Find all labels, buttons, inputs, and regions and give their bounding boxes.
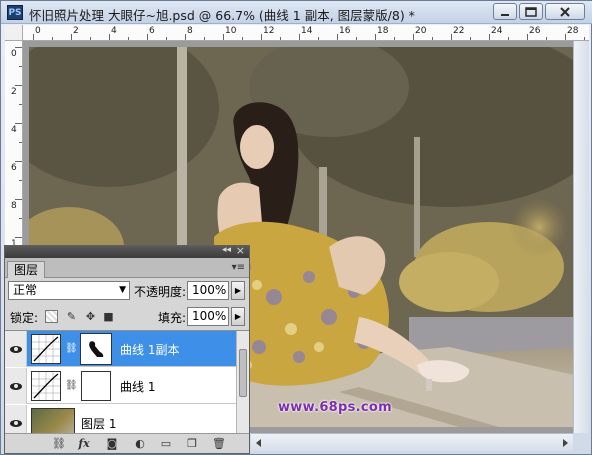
ruler-tick-label: 2: [73, 26, 79, 36]
vertical-scrollbar[interactable]: [573, 41, 589, 433]
title-bar[interactable]: PS 怀旧照片处理 大眼仔~旭.psd @ 66.7% (曲线 1 副本, 图层…: [1, 1, 592, 24]
add-mask-icon[interactable]: ◙: [105, 437, 119, 450]
curves-adjustment-thumbnail[interactable]: [31, 371, 61, 401]
ruler-tick-label: 16: [339, 26, 351, 36]
fx-icon[interactable]: fx: [77, 437, 91, 450]
vertical-ruler[interactable]: 0 2 4 6 8 1: [5, 41, 23, 251]
watermark-text: www.68ps.com: [278, 400, 392, 415]
fill-label: 填充:: [158, 311, 187, 325]
opacity-input[interactable]: 100%: [187, 281, 229, 300]
ruler-tick-label: 10: [225, 26, 237, 36]
ruler-tick-label: 6: [149, 26, 155, 36]
layer-row-curves-1[interactable]: ⛓ 曲线 1: [5, 368, 236, 404]
ruler-tick-label: 2: [11, 87, 17, 97]
layers-list-scrollbar[interactable]: [236, 331, 249, 433]
fill-input[interactable]: 100%: [187, 307, 229, 326]
curves-icon: [32, 372, 60, 400]
tab-layers[interactable]: 图层: [7, 261, 46, 278]
eye-icon: [9, 382, 22, 390]
visibility-toggle[interactable]: [5, 405, 27, 433]
opacity-slider-button[interactable]: ▶: [231, 281, 245, 300]
scroll-left-icon[interactable]: [254, 438, 264, 448]
delete-icon[interactable]: 🗑: [212, 437, 226, 450]
ruler-tick-label: 18: [377, 26, 389, 36]
mask-silhouette-icon: [89, 341, 104, 357]
visibility-toggle[interactable]: [5, 368, 27, 404]
layer-name[interactable]: 曲线 1副本: [120, 341, 179, 358]
lock-all-icon[interactable]: ■: [102, 310, 115, 323]
curves-adjustment-thumbnail[interactable]: [31, 334, 61, 364]
maximize-icon: [525, 6, 537, 17]
panel-menu-icon[interactable]: ▾≡: [232, 262, 245, 273]
ruler-tick-label: 24: [491, 26, 503, 36]
blend-mode-select[interactable]: 正常 ▼: [8, 281, 130, 300]
ruler-tick-label: 8: [187, 26, 193, 36]
layers-list: ⛓ 曲线 1副本 ⛓ 曲线 1 图层 1: [5, 330, 249, 433]
chevron-down-icon: ▼: [119, 285, 126, 295]
layer-name[interactable]: 图层 1: [81, 415, 116, 432]
panel-tab-strip: 图层 ▾≡: [5, 258, 249, 278]
lock-move-icon[interactable]: ✥: [84, 310, 97, 323]
lock-row: 锁定: ✎ ✥ ■ 填充: 100% ▶: [5, 306, 249, 328]
ruler-tick-label: 20: [415, 26, 427, 36]
ruler-tick-label: 0: [11, 49, 17, 59]
group-icon[interactable]: ▭: [159, 437, 173, 450]
horizontal-scrollbar[interactable]: [251, 433, 573, 451]
new-layer-icon[interactable]: ❐: [185, 437, 199, 450]
layer-row-curves-1-copy[interactable]: ⛓ 曲线 1副本: [5, 331, 236, 367]
ruler-origin[interactable]: [5, 25, 23, 41]
layers-panel: ◂◂ × 图层 ▾≡ 正常 ▼ 不透明度: 100% ▶ 锁定: ✎ ✥ ■ 填…: [4, 244, 250, 454]
ruler-tick-label: 12: [263, 26, 275, 36]
ruler-tick-label: 4: [111, 26, 117, 36]
close-icon: [560, 6, 570, 17]
lock-paint-icon[interactable]: ✎: [65, 310, 78, 323]
eye-icon: [9, 419, 22, 427]
layer-name[interactable]: 曲线 1: [120, 378, 155, 395]
mask-link-icon[interactable]: ⛓: [65, 343, 78, 354]
close-panel-icon[interactable]: ×: [236, 244, 245, 257]
minimize-icon: [501, 13, 509, 16]
photoshop-app-icon: PS: [7, 5, 23, 20]
ruler-ticks: [15, 47, 22, 238]
visibility-toggle[interactable]: [5, 331, 27, 367]
scroll-right-icon[interactable]: [560, 438, 570, 448]
blend-mode-value: 正常: [13, 283, 38, 297]
mask-link-icon[interactable]: ⛓: [65, 380, 78, 391]
ruler-tick-label: 28: [567, 26, 579, 36]
scrollbar-thumb[interactable]: [239, 349, 247, 397]
lock-label: 锁定:: [10, 311, 39, 325]
layer-row-layer-1[interactable]: 图层 1: [5, 405, 236, 433]
adjustment-layer-icon[interactable]: ◐: [133, 437, 147, 450]
ruler-tick-label: 6: [11, 163, 17, 173]
ruler-tick-label: 8: [11, 201, 17, 211]
ruler-tick-label: 14: [301, 26, 313, 36]
panel-header-bar[interactable]: ◂◂ ×: [5, 244, 249, 258]
collapse-panel-icon[interactable]: ◂◂: [222, 245, 231, 255]
ruler-tick-label: 0: [35, 26, 41, 36]
layer-mask-thumbnail[interactable]: [80, 333, 112, 365]
layer-image-thumbnail[interactable]: [31, 408, 75, 433]
fill-slider-button[interactable]: ▶: [231, 307, 245, 326]
link-layers-icon[interactable]: ⛓: [52, 437, 66, 450]
minimize-button[interactable]: [493, 3, 517, 20]
layer-mask-thumbnail[interactable]: [81, 371, 111, 401]
ruler-tick-label: 22: [453, 26, 465, 36]
horizontal-ruler[interactable]: 0 2 4 6 8 10 12 14 16 18 20 22 24 26 28: [23, 25, 589, 41]
lock-transparency-icon[interactable]: [45, 310, 58, 323]
ruler-tick-label: 4: [11, 125, 17, 135]
eye-icon: [9, 345, 22, 353]
panel-bottom-toolbar: ⛓ fx ◙ ◐ ▭ ❐ 🗑: [5, 433, 249, 453]
maximize-button[interactable]: [519, 3, 543, 20]
ruler-tick-label: 26: [529, 26, 541, 36]
curves-icon: [32, 335, 60, 363]
close-button[interactable]: [545, 3, 585, 20]
document-title: 怀旧照片处理 大眼仔~旭.psd @ 66.7% (曲线 1 副本, 图层蒙版/…: [29, 8, 415, 23]
opacity-label: 不透明度:: [134, 285, 187, 299]
photoshop-document-window: PS 怀旧照片处理 大眼仔~旭.psd @ 66.7% (曲线 1 副本, 图层…: [0, 0, 592, 455]
